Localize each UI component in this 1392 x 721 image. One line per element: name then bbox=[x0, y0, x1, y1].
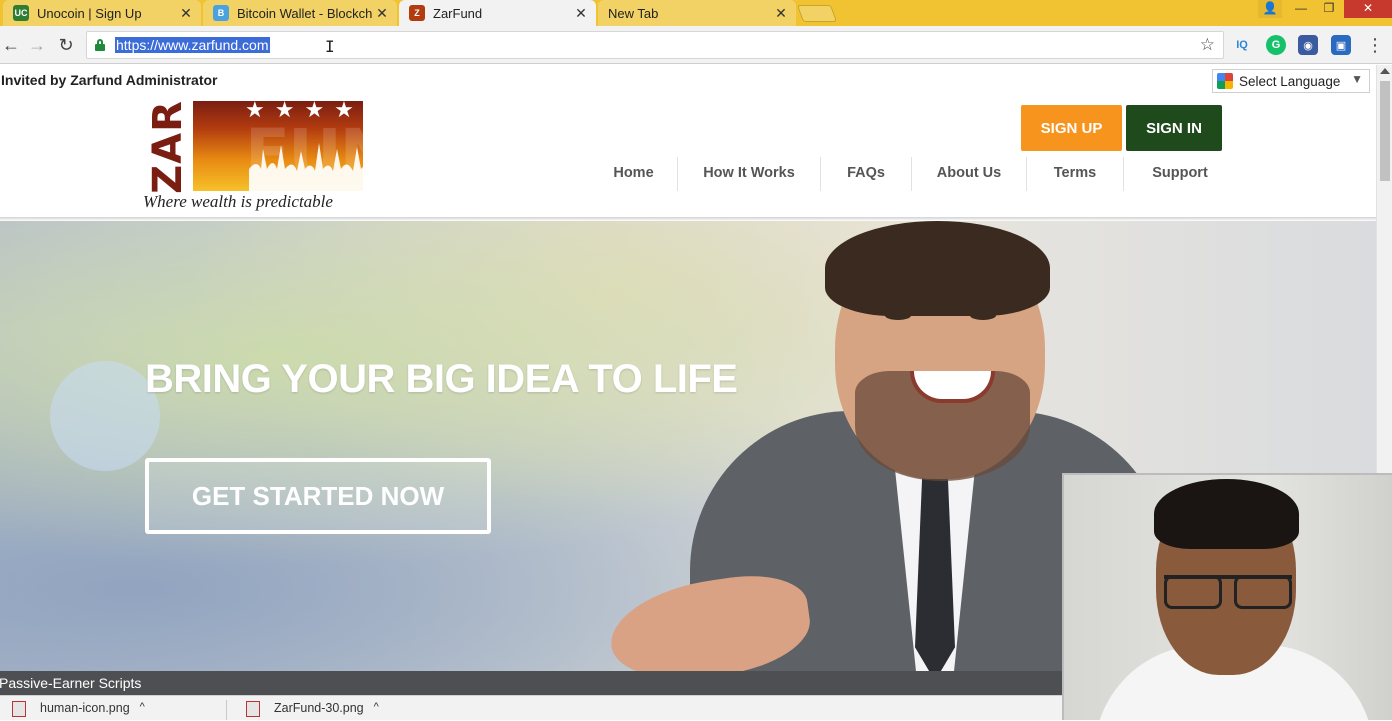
close-tab-icon[interactable]: ✕ bbox=[572, 5, 590, 22]
download-filename: ZarFund-30.png bbox=[274, 701, 364, 715]
logo-tagline: Where wealth is predictable bbox=[143, 192, 333, 211]
chevron-up-icon[interactable]: ^ bbox=[374, 701, 379, 713]
main-nav: Home How It Works FAQs About Us Terms Su… bbox=[590, 157, 1236, 191]
nav-support[interactable]: Support bbox=[1124, 157, 1236, 191]
hero-title: BRING YOUR BIG IDEA TO LIFE bbox=[145, 357, 738, 401]
tab-label: ZarFund bbox=[433, 5, 483, 21]
minimize-button[interactable]: — bbox=[1288, 0, 1314, 18]
close-tab-icon[interactable]: ✕ bbox=[177, 5, 195, 22]
downloads-shelf: human-icon.png ^ ZarFund-30.png ^ bbox=[0, 695, 1062, 720]
bookmark-star-icon[interactable]: ☆ bbox=[1200, 35, 1215, 55]
chevron-up-icon[interactable]: ^ bbox=[140, 701, 145, 713]
user-ext-icon[interactable]: ◉ bbox=[1298, 35, 1318, 55]
text-cursor-icon: I bbox=[325, 37, 335, 56]
bitcoin-favicon-icon: B bbox=[213, 5, 229, 21]
nav-about-us[interactable]: About Us bbox=[912, 157, 1027, 191]
back-icon[interactable]: ← bbox=[0, 34, 22, 56]
tab-label: Bitcoin Wallet - Blockcha bbox=[237, 5, 373, 21]
invited-by-text: Invited by Zarfund Administrator bbox=[1, 72, 218, 88]
close-tab-icon[interactable]: ✕ bbox=[373, 5, 391, 22]
nav-faqs[interactable]: FAQs bbox=[821, 157, 912, 191]
forward-icon[interactable]: → bbox=[26, 34, 48, 56]
maximize-button[interactable]: ❐ bbox=[1316, 0, 1342, 18]
logo-fund-block: FUND ★★★★★ bbox=[193, 97, 448, 192]
unocoin-favicon-icon: UC bbox=[13, 5, 29, 21]
browser-toolbar: ← → ↻ https://www.zarfund.com I ☆ IQ G ◉… bbox=[0, 26, 1392, 64]
webcam-overlay bbox=[1062, 473, 1392, 720]
menu-icon[interactable]: ⋮ bbox=[1364, 34, 1386, 56]
grammarly-icon[interactable]: G bbox=[1266, 35, 1286, 55]
zarfund-logo[interactable]: ZAR FUND ★★★★★ Where wealth is predictab… bbox=[143, 97, 448, 213]
download-item[interactable]: ZarFund-30.png ^ bbox=[246, 701, 379, 721]
file-icon bbox=[12, 701, 26, 717]
google-translate-icon bbox=[1217, 73, 1233, 89]
language-selector[interactable]: Select Language ▼ bbox=[1212, 69, 1370, 93]
profile-icon[interactable]: 👤 bbox=[1258, 0, 1282, 18]
close-tab-icon[interactable]: ✕ bbox=[772, 5, 790, 22]
new-tab-button[interactable] bbox=[796, 5, 838, 22]
iq-extension-icon[interactable]: IQ bbox=[1232, 35, 1252, 55]
get-started-button[interactable]: GET STARTED NOW bbox=[145, 458, 491, 534]
bottom-bar: Passive-Earner Scripts bbox=[0, 671, 1062, 695]
nav-terms[interactable]: Terms bbox=[1027, 157, 1124, 191]
sign-in-button[interactable]: SIGN IN bbox=[1126, 105, 1222, 151]
lock-icon bbox=[95, 39, 105, 51]
download-item[interactable]: human-icon.png ^ bbox=[12, 701, 145, 721]
tab-label: New Tab bbox=[608, 5, 659, 21]
address-bar[interactable]: https://www.zarfund.com I ☆ bbox=[86, 31, 1224, 59]
file-icon bbox=[246, 701, 260, 717]
tab-unocoin[interactable]: UC Unocoin | Sign Up ✕ bbox=[3, 0, 201, 26]
nav-home[interactable]: Home bbox=[590, 157, 678, 191]
tab-label: Unocoin | Sign Up bbox=[37, 5, 142, 21]
reload-icon[interactable]: ↻ bbox=[55, 34, 77, 56]
sign-up-button[interactable]: SIGN UP bbox=[1021, 105, 1122, 151]
language-label: Select Language bbox=[1239, 73, 1341, 89]
download-filename: human-icon.png bbox=[40, 701, 130, 715]
scrollbar-thumb[interactable] bbox=[1380, 81, 1390, 181]
close-window-button[interactable]: ✕ bbox=[1344, 0, 1392, 18]
logo-crowd-icon bbox=[249, 143, 409, 191]
zarfund-favicon-icon: Z bbox=[409, 5, 425, 21]
bottom-bar-text: Passive-Earner Scripts bbox=[0, 675, 142, 691]
tab-zarfund[interactable]: Z ZarFund ✕ bbox=[399, 0, 596, 26]
logo-stars-icon: ★★★★★ bbox=[245, 97, 394, 122]
save-ext-icon[interactable]: ▣ bbox=[1331, 35, 1351, 55]
tab-bitcoin-wallet[interactable]: B Bitcoin Wallet - Blockcha ✕ bbox=[203, 0, 397, 26]
url-text[interactable]: https://www.zarfund.com bbox=[115, 37, 270, 53]
tab-new-tab[interactable]: New Tab ✕ bbox=[598, 0, 796, 26]
logo-zar-text: ZAR bbox=[145, 100, 192, 194]
nav-how-it-works[interactable]: How It Works bbox=[678, 157, 821, 191]
scroll-up-icon[interactable] bbox=[1380, 68, 1390, 74]
dropdown-arrow-icon: ▼ bbox=[1351, 72, 1363, 86]
tab-strip: UC Unocoin | Sign Up ✕ B Bitcoin Wallet … bbox=[0, 0, 1392, 26]
